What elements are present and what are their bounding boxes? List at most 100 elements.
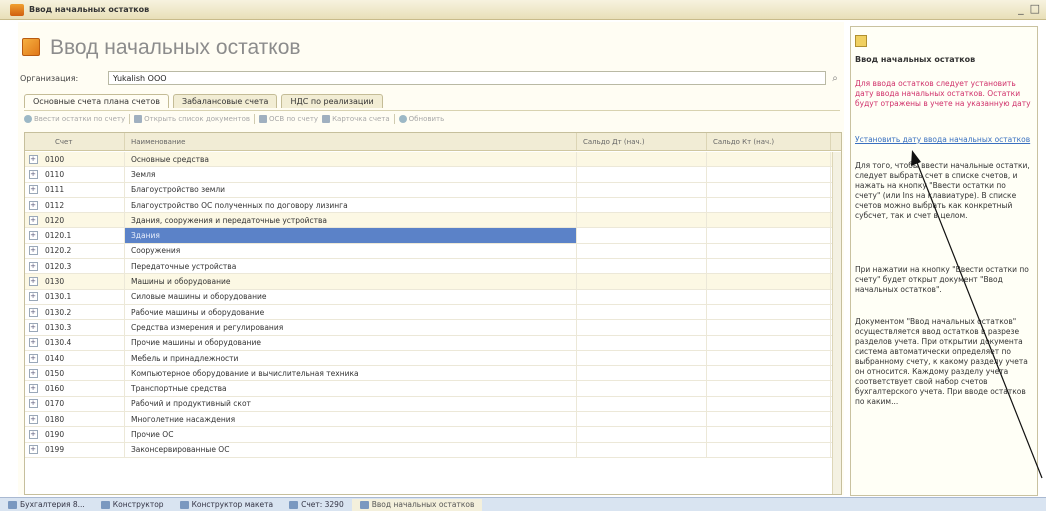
table-row[interactable]: +0140 Мебель и принадлежности bbox=[25, 350, 841, 367]
table-row[interactable]: +0100 Основные средства bbox=[25, 152, 841, 168]
debit-balance-cell[interactable] bbox=[577, 259, 707, 274]
debit-balance-cell[interactable] bbox=[577, 335, 707, 350]
table-row[interactable]: +0180 Многолетние насаждения bbox=[25, 412, 841, 428]
credit-balance-cell[interactable] bbox=[707, 167, 831, 182]
expand-cell[interactable]: + bbox=[25, 244, 41, 258]
credit-balance-cell[interactable] bbox=[707, 213, 831, 228]
search-icon[interactable]: ⌕ bbox=[828, 71, 842, 85]
expand-cell[interactable]: + bbox=[25, 152, 41, 166]
table-row[interactable]: +0120.3 Передаточные устройства bbox=[25, 259, 841, 275]
debit-balance-cell[interactable] bbox=[577, 366, 707, 381]
expand-icon[interactable]: + bbox=[28, 277, 38, 287]
table-scrollbar[interactable] bbox=[832, 152, 841, 494]
expand-icon[interactable]: + bbox=[28, 185, 38, 195]
table-row[interactable]: +0130.1 Силовые машины и оборудование bbox=[25, 289, 841, 305]
tab-vat-sales[interactable]: НДС по реализации bbox=[281, 94, 383, 108]
credit-balance-cell[interactable] bbox=[707, 304, 831, 320]
column-debit-balance[interactable]: Сальдо Дт (нач.) bbox=[577, 133, 707, 150]
table-row[interactable]: +0112 Благоустройство ОС полученных по до… bbox=[25, 197, 841, 214]
taskbar-item[interactable]: Бухгалтерия 8... bbox=[0, 499, 93, 511]
enter-balances-button[interactable]: Ввести остатки по счету bbox=[24, 114, 125, 123]
expand-icon[interactable]: + bbox=[28, 261, 38, 271]
table-row[interactable]: +0130 Машины и оборудование bbox=[25, 274, 841, 290]
debit-balance-cell[interactable] bbox=[577, 182, 707, 197]
debit-balance-cell[interactable] bbox=[577, 167, 707, 182]
table-row[interactable]: +0130.3 Средства измерения и регулировани… bbox=[25, 320, 841, 336]
table-row[interactable]: +0111 Благоустройство земли bbox=[25, 182, 841, 198]
debit-balance-cell[interactable] bbox=[577, 289, 707, 304]
credit-balance-cell[interactable] bbox=[707, 335, 831, 350]
table-row[interactable]: +0110 Земля bbox=[25, 167, 841, 183]
expand-cell[interactable]: + bbox=[25, 427, 41, 441]
column-account[interactable]: Счет bbox=[25, 133, 125, 150]
table-row[interactable]: +0199 Законсервированные ОС bbox=[25, 442, 841, 458]
expand-icon[interactable]: + bbox=[28, 231, 38, 241]
expand-cell[interactable]: + bbox=[25, 366, 41, 380]
credit-balance-cell[interactable] bbox=[707, 259, 831, 274]
open-documents-button[interactable]: Открыть список документов bbox=[134, 114, 250, 123]
credit-balance-cell[interactable] bbox=[707, 381, 831, 396]
table-row[interactable]: +0170 Рабочий и продуктивный скот bbox=[25, 396, 841, 413]
debit-balance-cell[interactable] bbox=[577, 320, 707, 335]
credit-balance-cell[interactable] bbox=[707, 152, 831, 167]
expand-icon[interactable]: + bbox=[28, 445, 38, 455]
debit-balance-cell[interactable] bbox=[577, 427, 707, 442]
debit-balance-cell[interactable] bbox=[577, 412, 707, 427]
expand-icon[interactable]: + bbox=[28, 338, 38, 348]
tab-offbalance-accounts[interactable]: Забалансовые счета bbox=[172, 94, 278, 108]
credit-balance-cell[interactable] bbox=[707, 427, 831, 442]
expand-cell[interactable]: + bbox=[25, 381, 41, 395]
expand-cell[interactable]: + bbox=[25, 259, 41, 273]
debit-balance-cell[interactable] bbox=[577, 381, 707, 396]
expand-icon[interactable]: + bbox=[28, 399, 38, 409]
expand-cell[interactable]: + bbox=[25, 443, 41, 457]
credit-balance-cell[interactable] bbox=[707, 366, 831, 381]
table-row[interactable]: +0120 Здания, сооружения и передаточные у… bbox=[25, 213, 841, 229]
expand-icon[interactable]: + bbox=[28, 384, 38, 394]
expand-cell[interactable]: + bbox=[25, 213, 41, 227]
expand-cell[interactable]: + bbox=[25, 336, 41, 350]
expand-cell[interactable]: + bbox=[25, 397, 41, 411]
column-credit-balance[interactable]: Сальдо Кт (нач.) bbox=[707, 133, 831, 150]
expand-cell[interactable]: + bbox=[25, 412, 41, 426]
expand-icon[interactable]: + bbox=[28, 429, 38, 439]
expand-icon[interactable]: + bbox=[28, 414, 38, 424]
debit-balance-cell[interactable] bbox=[577, 228, 707, 243]
credit-balance-cell[interactable] bbox=[707, 228, 831, 243]
expand-icon[interactable]: + bbox=[28, 292, 38, 302]
credit-balance-cell[interactable] bbox=[707, 412, 831, 427]
expand-cell[interactable]: + bbox=[25, 198, 41, 212]
column-name[interactable]: Наименование bbox=[125, 133, 577, 150]
debit-balance-cell[interactable] bbox=[577, 350, 707, 366]
debit-balance-cell[interactable] bbox=[577, 274, 707, 289]
expand-icon[interactable]: + bbox=[28, 200, 38, 210]
tab-main-accounts[interactable]: Основные счета плана счетов bbox=[24, 94, 169, 108]
refresh-button[interactable]: Обновить bbox=[398, 114, 444, 123]
expand-icon[interactable]: + bbox=[28, 169, 38, 179]
maximize-button[interactable]: □ bbox=[1030, 2, 1040, 15]
expand-icon[interactable]: + bbox=[28, 215, 38, 225]
debit-balance-cell[interactable] bbox=[577, 304, 707, 320]
expand-cell[interactable]: + bbox=[25, 167, 41, 181]
expand-icon[interactable]: + bbox=[28, 368, 38, 378]
debit-balance-cell[interactable] bbox=[577, 197, 707, 213]
set-date-link[interactable]: Установить дату ввода начальных остатков bbox=[855, 135, 1033, 145]
credit-balance-cell[interactable] bbox=[707, 289, 831, 304]
expand-cell[interactable]: + bbox=[25, 228, 41, 242]
table-row[interactable]: +0150 Компьютерное оборудование и вычисли… bbox=[25, 366, 841, 382]
organization-field[interactable]: Yukalish OOO bbox=[108, 71, 826, 85]
table-row[interactable]: +0130.2 Рабочие машины и оборудование bbox=[25, 304, 841, 321]
expand-cell[interactable]: + bbox=[25, 274, 41, 288]
table-row[interactable]: +0190 Прочие ОС bbox=[25, 427, 841, 443]
debit-balance-cell[interactable] bbox=[577, 442, 707, 457]
expand-cell[interactable]: + bbox=[25, 183, 41, 197]
taskbar-item-active[interactable]: Ввод начальных остатков bbox=[351, 498, 483, 511]
credit-balance-cell[interactable] bbox=[707, 243, 831, 259]
minimize-button[interactable]: _ bbox=[1018, 2, 1024, 15]
credit-balance-cell[interactable] bbox=[707, 350, 831, 366]
expand-icon[interactable]: + bbox=[28, 353, 38, 363]
expand-cell[interactable]: + bbox=[25, 320, 41, 334]
osv-button[interactable]: ОСВ по счету bbox=[259, 114, 318, 123]
debit-balance-cell[interactable] bbox=[577, 396, 707, 412]
credit-balance-cell[interactable] bbox=[707, 396, 831, 412]
